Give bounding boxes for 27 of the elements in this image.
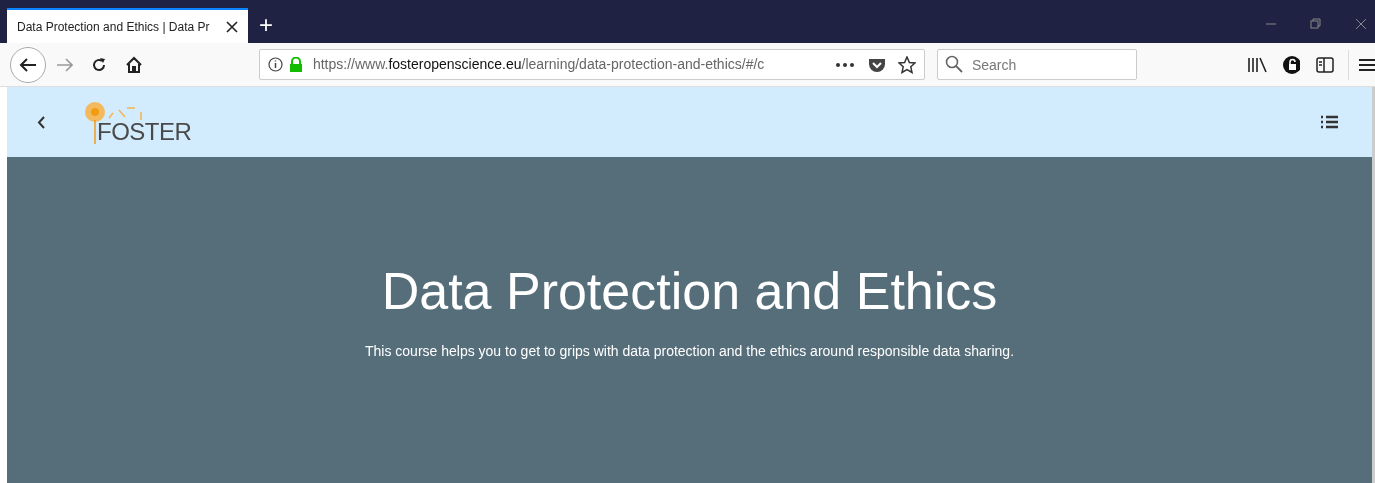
course-description: This course helps you to get to grips with data protection and the ethics around responsible data sharing. bbox=[364, 342, 1015, 361]
library-icon[interactable] bbox=[1246, 56, 1267, 73]
browser-tab[interactable]: Data Protection and Ethics | Data Pr bbox=[7, 8, 248, 43]
restore-icon[interactable] bbox=[1310, 18, 1322, 30]
close-icon[interactable] bbox=[226, 20, 238, 33]
menu-icon[interactable] bbox=[1359, 57, 1375, 72]
back-arrow-icon bbox=[18, 56, 37, 73]
star-icon[interactable] bbox=[897, 55, 916, 74]
address-bar[interactable]: https://www.fosteropenscience.eu/learning/data-protection-and-ethics/#/c bbox=[258, 49, 925, 80]
pocket-icon[interactable] bbox=[867, 56, 886, 73]
forward-icon[interactable] bbox=[55, 56, 74, 73]
search-icon bbox=[944, 55, 963, 73]
back-chevron-icon[interactable] bbox=[37, 115, 45, 129]
info-icon[interactable] bbox=[267, 57, 283, 72]
logo-text: FOSTER bbox=[97, 120, 192, 144]
url-text: https://www.fosteropenscience.eu/learning/data-protection-and-ethics/#/c bbox=[312, 55, 766, 74]
sidebar-icon[interactable] bbox=[1316, 56, 1335, 73]
extension-icon[interactable] bbox=[1282, 55, 1301, 74]
lock-icon bbox=[288, 57, 303, 72]
new-tab-button[interactable]: + bbox=[259, 13, 273, 37]
home-icon[interactable] bbox=[125, 56, 143, 73]
back-button[interactable] bbox=[10, 46, 46, 83]
more-icon[interactable] bbox=[835, 62, 854, 67]
course-title: Data Protection and Ethics bbox=[381, 265, 998, 317]
list-icon[interactable] bbox=[1320, 115, 1338, 129]
reload-icon[interactable] bbox=[91, 56, 108, 73]
search-field[interactable]: Search bbox=[936, 49, 1137, 80]
